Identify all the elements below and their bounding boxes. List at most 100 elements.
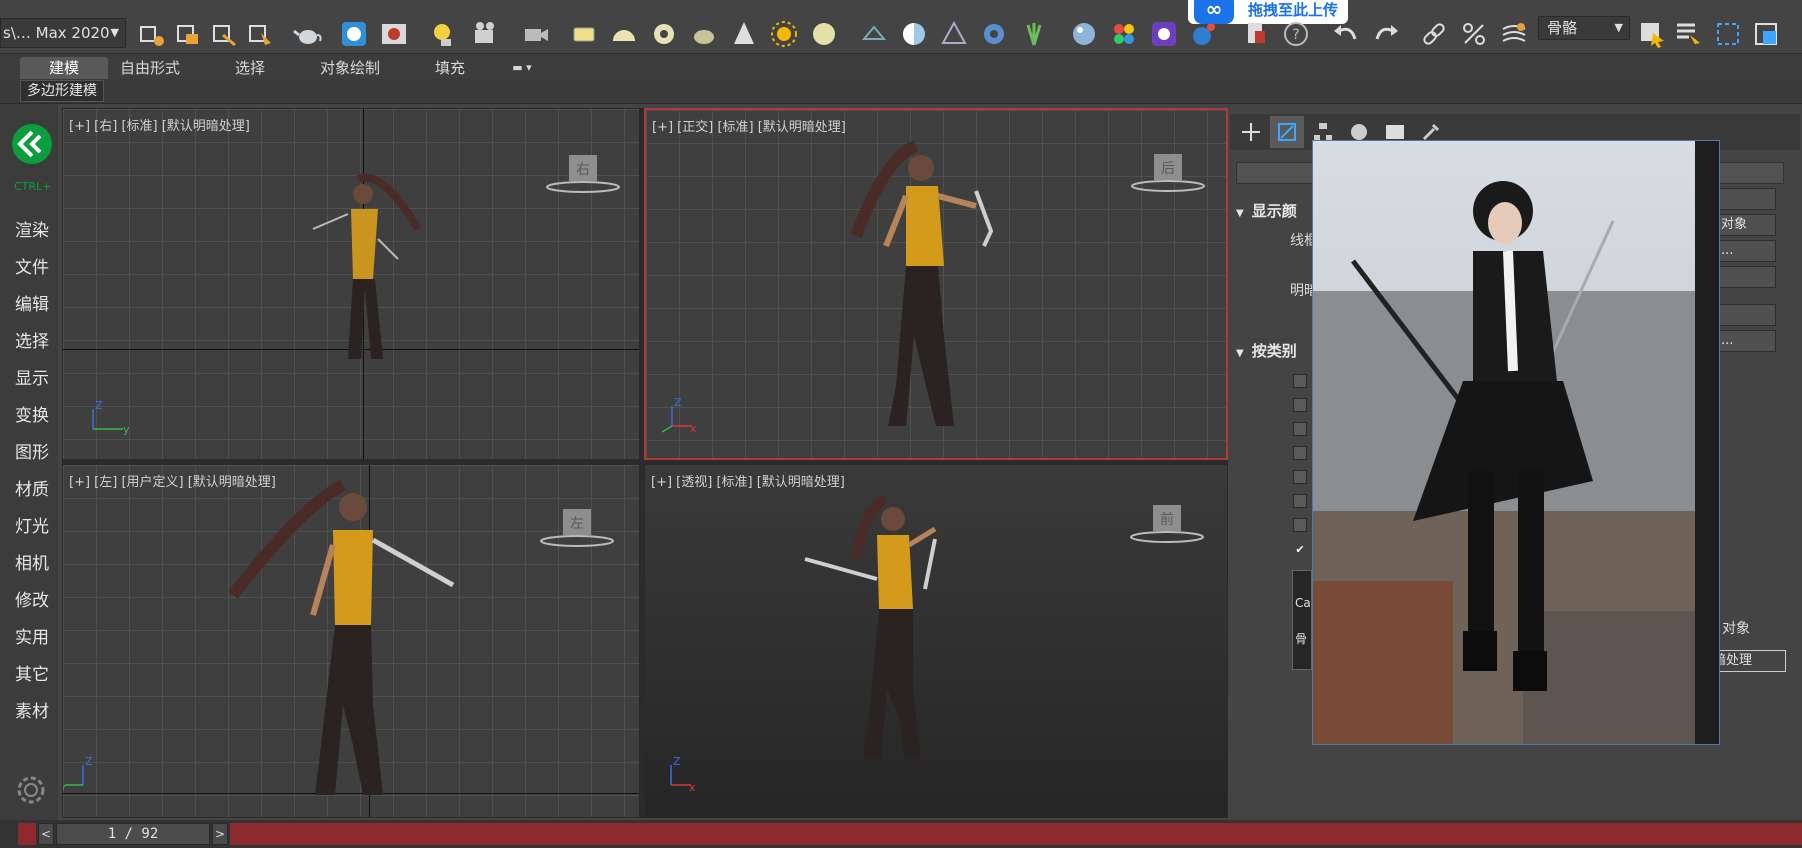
ribbon-options-icon[interactable]: ▬ ▾ xyxy=(502,57,542,79)
time-slider-thumb[interactable]: 1 / 92 xyxy=(56,823,210,845)
viewcube[interactable]: 左 xyxy=(537,503,617,547)
category-checkbox[interactable] xyxy=(1293,398,1307,412)
undo-icon[interactable] xyxy=(1330,18,1362,50)
rollout-hide-by-category[interactable]: ▼ 按类别 xyxy=(1236,340,1297,362)
viewport-label[interactable]: [+] [透视] [标准] [默认明暗处理] xyxy=(651,471,845,490)
menu-shapes[interactable]: 图形 xyxy=(15,438,55,463)
category-checkbox[interactable] xyxy=(1293,422,1307,436)
category-checkbox[interactable] xyxy=(1293,518,1307,532)
menu-edit[interactable]: 编辑 xyxy=(15,290,55,315)
unlink-select-icon[interactable] xyxy=(208,18,240,50)
camera-icon[interactable] xyxy=(470,18,502,50)
previous-frame-button[interactable]: < xyxy=(38,823,54,845)
menu-other[interactable]: 其它 xyxy=(15,660,55,685)
plane-icon[interactable] xyxy=(568,18,600,50)
object-color-button[interactable]: 对象 xyxy=(1716,214,1776,236)
more-button[interactable]: ... xyxy=(1716,240,1776,262)
bind-spacewarp-icon[interactable] xyxy=(244,18,276,50)
category-checkbox[interactable] xyxy=(1293,494,1307,508)
character-model[interactable] xyxy=(223,475,543,805)
gear-object-icon[interactable] xyxy=(978,18,1010,50)
menu-file[interactable]: 文件 xyxy=(15,253,55,278)
polygon-modeling-panel-label[interactable]: 多边形建模 xyxy=(20,80,104,102)
floating-image-preview[interactable] xyxy=(1312,140,1720,745)
menu-display[interactable]: 显示 xyxy=(15,364,55,389)
rect-region-icon[interactable] xyxy=(1712,18,1744,50)
cone-icon[interactable] xyxy=(728,18,760,50)
bind-spacewarp-2-icon[interactable] xyxy=(1498,18,1530,50)
help-icon[interactable]: ? xyxy=(1280,18,1312,50)
tab-populate[interactable]: 填充 xyxy=(420,57,480,79)
teapot-icon[interactable] xyxy=(292,18,324,50)
next-frame-button[interactable]: > xyxy=(212,823,228,845)
viewport-right[interactable]: [+] [右] [标准] [默认明暗处理] 右 Zy xyxy=(62,108,640,460)
link-select-icon[interactable] xyxy=(172,18,204,50)
menu-transform[interactable]: 变换 xyxy=(15,401,55,426)
menu-assets[interactable]: 素材 xyxy=(15,697,55,722)
character-model[interactable] xyxy=(303,169,443,399)
more-button[interactable]: ... xyxy=(1716,330,1776,352)
tab-freeform[interactable]: 自由形式 xyxy=(110,57,190,79)
viewport-label[interactable]: [+] [正交] [标准] [默认明暗处理] xyxy=(652,116,846,135)
redo-icon[interactable] xyxy=(1370,18,1402,50)
viewport-perspective[interactable]: [+] [透视] [标准] [默认明暗处理] 前 Zx xyxy=(644,464,1228,818)
video-camera-icon[interactable] xyxy=(520,18,552,50)
create-selection-icon[interactable] xyxy=(136,18,168,50)
list-item[interactable]: Ca xyxy=(1295,597,1311,609)
material-ball-icon[interactable] xyxy=(1068,18,1100,50)
sun-icon[interactable] xyxy=(768,18,800,50)
hemisphere-icon[interactable] xyxy=(608,18,640,50)
material-editor-icon[interactable] xyxy=(1148,18,1180,50)
tab-modeling[interactable]: 建模 xyxy=(20,57,108,79)
plugin-logo-icon[interactable] xyxy=(12,124,52,164)
tab-object-paint[interactable]: 对象绘制 xyxy=(310,57,390,79)
menu-render[interactable]: 渲染 xyxy=(15,216,55,241)
panel-button[interactable] xyxy=(1716,304,1776,326)
gear-icon[interactable] xyxy=(13,772,49,808)
grid-icon[interactable] xyxy=(858,18,890,50)
plant-icon[interactable] xyxy=(1018,18,1050,50)
checkmark-icon[interactable]: ✔ xyxy=(1293,544,1307,558)
list-item[interactable]: 骨 xyxy=(1295,633,1309,645)
rollout-display-color[interactable]: ▼ 显示颜 xyxy=(1236,200,1297,222)
select-object-icon[interactable] xyxy=(1636,18,1668,50)
color-palette-icon[interactable] xyxy=(1108,18,1140,50)
viewport-orthographic[interactable]: [+] [正交] [标准] [默认明暗处理] 后 Zx xyxy=(644,108,1228,460)
panel-button[interactable] xyxy=(1716,266,1776,288)
window-crossing-icon[interactable] xyxy=(1750,18,1782,50)
category-checkbox[interactable] xyxy=(1293,374,1307,388)
list-item[interactable]: IK xyxy=(1295,669,1309,670)
modify-tab-icon[interactable] xyxy=(1270,116,1304,148)
menu-select[interactable]: 选择 xyxy=(15,327,55,352)
viewport-label[interactable]: [+] [右] [标准] [默认明暗处理] xyxy=(69,115,250,134)
viewport-left[interactable]: [+] [左] [用户定义] [默认明暗处理] 左 Zy xyxy=(62,464,640,818)
menu-modify[interactable]: 修改 xyxy=(15,586,55,611)
torus-icon[interactable] xyxy=(648,18,680,50)
render-region-icon[interactable] xyxy=(1240,18,1272,50)
category-checkbox[interactable] xyxy=(1293,446,1307,460)
menu-material[interactable]: 材质 xyxy=(15,475,55,500)
sphere-icon[interactable] xyxy=(808,18,840,50)
named-selection-dropdown[interactable]: 骨骼 ▼ xyxy=(1538,16,1630,40)
teapot-primitive-icon[interactable] xyxy=(688,18,720,50)
category-checkbox[interactable] xyxy=(1293,470,1307,484)
viewcube[interactable]: 右 xyxy=(543,149,623,193)
character-model[interactable] xyxy=(795,489,995,789)
time-track[interactable] xyxy=(230,823,1802,845)
render-frame-icon[interactable] xyxy=(378,18,410,50)
category-list[interactable]: Ca 骨 IK 点 xyxy=(1292,570,1312,670)
render-setup-icon[interactable] xyxy=(338,18,370,50)
tab-selection[interactable]: 选择 xyxy=(220,57,280,79)
light-icon[interactable] xyxy=(428,18,460,50)
half-sphere-icon[interactable] xyxy=(898,18,930,50)
menu-lights[interactable]: 灯光 xyxy=(15,512,55,537)
menu-utilities[interactable]: 实用 xyxy=(15,623,55,648)
unlink-icon[interactable] xyxy=(1458,18,1490,50)
link-icon[interactable] xyxy=(1418,18,1450,50)
viewcube[interactable]: 前 xyxy=(1127,499,1207,543)
create-tab-icon[interactable] xyxy=(1234,116,1268,148)
viewcube[interactable]: 后 xyxy=(1128,148,1208,192)
select-by-name-icon[interactable] xyxy=(1672,18,1704,50)
menu-camera[interactable]: 相机 xyxy=(15,549,55,574)
project-path-dropdown[interactable]: s\… Max 2020 ▼ xyxy=(0,18,126,48)
